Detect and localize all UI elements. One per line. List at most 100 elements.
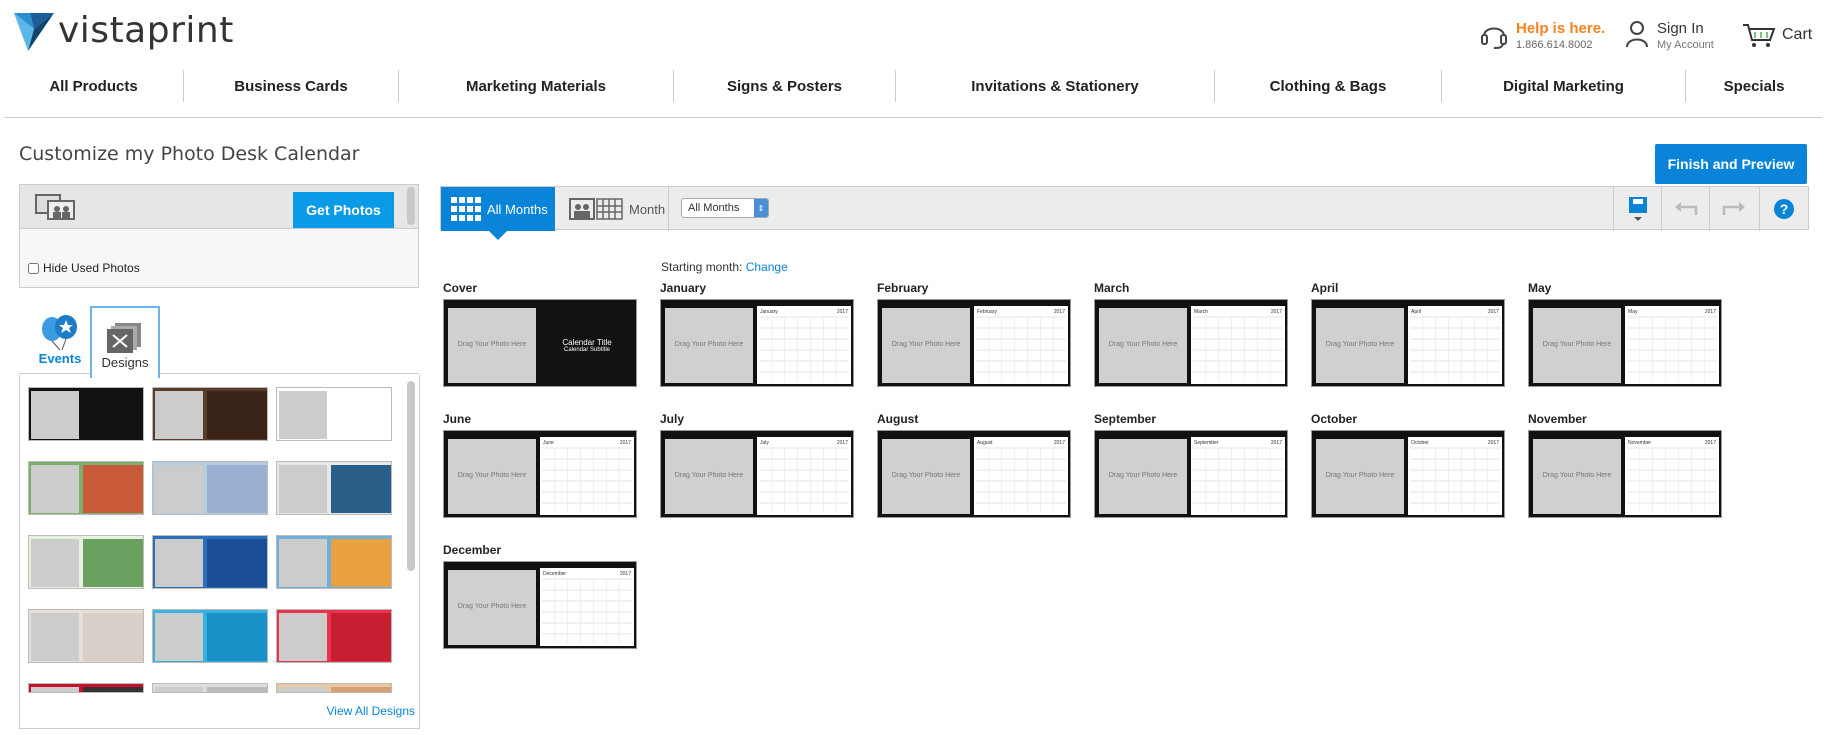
photo-drop-zone[interactable]: Drag Your Photo Here <box>882 308 970 383</box>
month-page-april[interactable]: April Drag Your Photo Here April 2017 <box>1311 281 1505 387</box>
nav-marketing-materials[interactable]: Marketing Materials <box>399 70 674 102</box>
nav-business-cards[interactable]: Business Cards <box>184 70 399 102</box>
design-thumbnail[interactable] <box>28 461 144 515</box>
design-thumbnail[interactable] <box>276 461 392 515</box>
design-thumbnail[interactable] <box>276 609 392 663</box>
design-calendar-area <box>83 465 143 513</box>
month-page-october[interactable]: October Drag Your Photo Here October 2017 <box>1311 412 1505 518</box>
get-photos-button[interactable]: Get Photos <box>293 192 394 228</box>
photo-drop-zone[interactable]: Drag Your Photo Here <box>448 308 536 383</box>
month-page-preview[interactable]: Drag Your Photo Here November 2017 <box>1528 430 1722 518</box>
month-page-preview[interactable]: Drag Your Photo Here May 2017 <box>1528 299 1722 387</box>
nav-invitations-stationery[interactable]: Invitations & Stationery <box>896 70 1215 102</box>
photo-drop-zone[interactable]: Drag Your Photo Here <box>1099 308 1187 383</box>
design-thumbnail[interactable] <box>276 683 392 693</box>
designs-scrollbar[interactable] <box>407 381 415 571</box>
month-page-preview[interactable]: Drag Your Photo Here Calendar Title Calend… <box>443 299 637 387</box>
photo-drop-zone[interactable]: Drag Your Photo Here <box>1533 308 1621 383</box>
month-select[interactable]: All Months ⇕ <box>681 198 769 218</box>
photo-drop-zone[interactable]: Drag Your Photo Here <box>1316 439 1404 514</box>
help-title: Help is here. <box>1516 20 1606 37</box>
design-thumbnail[interactable] <box>152 387 268 441</box>
photo-drop-zone[interactable]: Drag Your Photo Here <box>1099 439 1187 514</box>
photo-drop-zone[interactable]: Drag Your Photo Here <box>882 439 970 514</box>
panel-tabs: Events Designs <box>19 302 419 378</box>
vistaprint-logo[interactable]: vistaprint <box>14 10 234 51</box>
nav-digital-marketing[interactable]: Digital Marketing <box>1442 70 1686 102</box>
month-page-preview[interactable]: Drag Your Photo Here April 2017 <box>1311 299 1505 387</box>
nav-clothing-bags[interactable]: Clothing & Bags <box>1215 70 1442 102</box>
month-page-august[interactable]: August Drag Your Photo Here August 2017 <box>877 412 1071 518</box>
sign-in-link[interactable]: Sign In My Account <box>1625 20 1714 51</box>
view-all-designs-link[interactable]: View All Designs <box>327 704 416 718</box>
month-page-january[interactable]: January Drag Your Photo Here January 2017 <box>660 281 854 387</box>
month-grid-name: June <box>543 440 554 446</box>
month-page-june[interactable]: June Drag Your Photo Here June 2017 <box>443 412 637 518</box>
photos-scrollbar[interactable] <box>407 187 415 225</box>
month-page-preview[interactable]: Drag Your Photo Here January 2017 <box>660 299 854 387</box>
design-thumbnail[interactable] <box>28 683 144 693</box>
month-page-preview[interactable]: Drag Your Photo Here October 2017 <box>1311 430 1505 518</box>
photo-drop-zone[interactable]: Drag Your Photo Here <box>1316 308 1404 383</box>
hide-used-photos-option[interactable]: Hide Used Photos <box>28 261 140 275</box>
month-page-preview[interactable]: Drag Your Photo Here July 2017 <box>660 430 854 518</box>
month-grid-year: 2017 <box>1271 440 1282 446</box>
design-thumbnail[interactable] <box>276 387 392 441</box>
month-page-label: September <box>1094 412 1157 426</box>
month-grid-name: November <box>1628 440 1651 446</box>
photo-drop-zone[interactable]: Drag Your Photo Here <box>665 439 753 514</box>
design-thumbnail[interactable] <box>28 535 144 589</box>
design-thumbnail[interactable] <box>276 535 392 589</box>
hide-used-photos-checkbox[interactable] <box>28 262 39 274</box>
month-grid-year: 2017 <box>1488 440 1499 446</box>
month-page-march[interactable]: March Drag Your Photo Here March 2017 <box>1094 281 1288 387</box>
month-grid-graphic: June 2017 <box>542 440 632 513</box>
nav-all-products[interactable]: All Products <box>4 70 184 102</box>
photo-drop-zone[interactable]: Drag Your Photo Here <box>665 308 753 383</box>
month-grid-graphic: October 2017 <box>1410 440 1500 513</box>
month-page-preview[interactable]: Drag Your Photo Here June 2017 <box>443 430 637 518</box>
design-thumbnail[interactable] <box>152 535 268 589</box>
design-thumbnail[interactable] <box>28 387 144 441</box>
help-button[interactable]: ? <box>1759 187 1807 231</box>
logo-wordmark: vistaprint <box>58 10 234 51</box>
photo-drop-zone[interactable]: Drag Your Photo Here <box>1533 439 1621 514</box>
change-starting-month-link[interactable]: Change <box>746 260 788 274</box>
cover-title-area[interactable]: Calendar Title Calendar Subtitle <box>540 306 634 384</box>
month-page-may[interactable]: May Drag Your Photo Here May 2017 <box>1528 281 1722 387</box>
design-thumbnail[interactable] <box>152 683 268 693</box>
design-thumbnail[interactable] <box>152 461 268 515</box>
month-grid-graphic: May 2017 <box>1627 309 1717 382</box>
tab-events[interactable]: Events <box>25 306 95 374</box>
cart-link[interactable]: Cart <box>1742 22 1812 48</box>
all-months-view-button[interactable]: All Months <box>441 187 555 231</box>
finish-and-preview-button[interactable]: Finish and Preview <box>1655 144 1807 184</box>
photo-drop-zone[interactable]: Drag Your Photo Here <box>448 570 536 645</box>
tab-designs[interactable]: Designs <box>90 306 160 378</box>
month-page-november[interactable]: November Drag Your Photo Here November 2017 <box>1528 412 1722 518</box>
save-button[interactable] <box>1613 187 1661 231</box>
photos-icon <box>35 194 75 220</box>
undo-button[interactable] <box>1661 187 1709 231</box>
design-thumbnail[interactable] <box>28 609 144 663</box>
design-photo-area <box>31 391 79 439</box>
month-page-september[interactable]: September Drag Your Photo Here September 20… <box>1094 412 1288 518</box>
nav-signs-posters[interactable]: Signs & Posters <box>674 70 896 102</box>
month-page-february[interactable]: February Drag Your Photo Here February 2017 <box>877 281 1071 387</box>
month-page-preview[interactable]: Drag Your Photo Here August 2017 <box>877 430 1071 518</box>
help-contact[interactable]: Help is here. 1.866.614.8002 <box>1480 20 1605 51</box>
nav-specials[interactable]: Specials <box>1686 70 1822 102</box>
design-thumbnail[interactable] <box>152 609 268 663</box>
month-page-cover[interactable]: Cover Drag Your Photo Here Calendar Title C… <box>443 281 637 387</box>
design-photo-area <box>31 539 79 587</box>
month-page-preview[interactable]: Drag Your Photo Here March 2017 <box>1094 299 1288 387</box>
month-page-july[interactable]: July Drag Your Photo Here July 2017 <box>660 412 854 518</box>
photo-drop-zone[interactable]: Drag Your Photo Here <box>448 439 536 514</box>
month-view-button[interactable]: Month <box>559 187 669 231</box>
user-icon <box>1626 21 1648 48</box>
month-page-preview[interactable]: Drag Your Photo Here February 2017 <box>877 299 1071 387</box>
month-page-december[interactable]: December Drag Your Photo Here December 2017 <box>443 543 637 649</box>
month-page-preview[interactable]: Drag Your Photo Here December 2017 <box>443 561 637 649</box>
redo-button[interactable] <box>1709 187 1757 231</box>
month-page-preview[interactable]: Drag Your Photo Here September 2017 <box>1094 430 1288 518</box>
